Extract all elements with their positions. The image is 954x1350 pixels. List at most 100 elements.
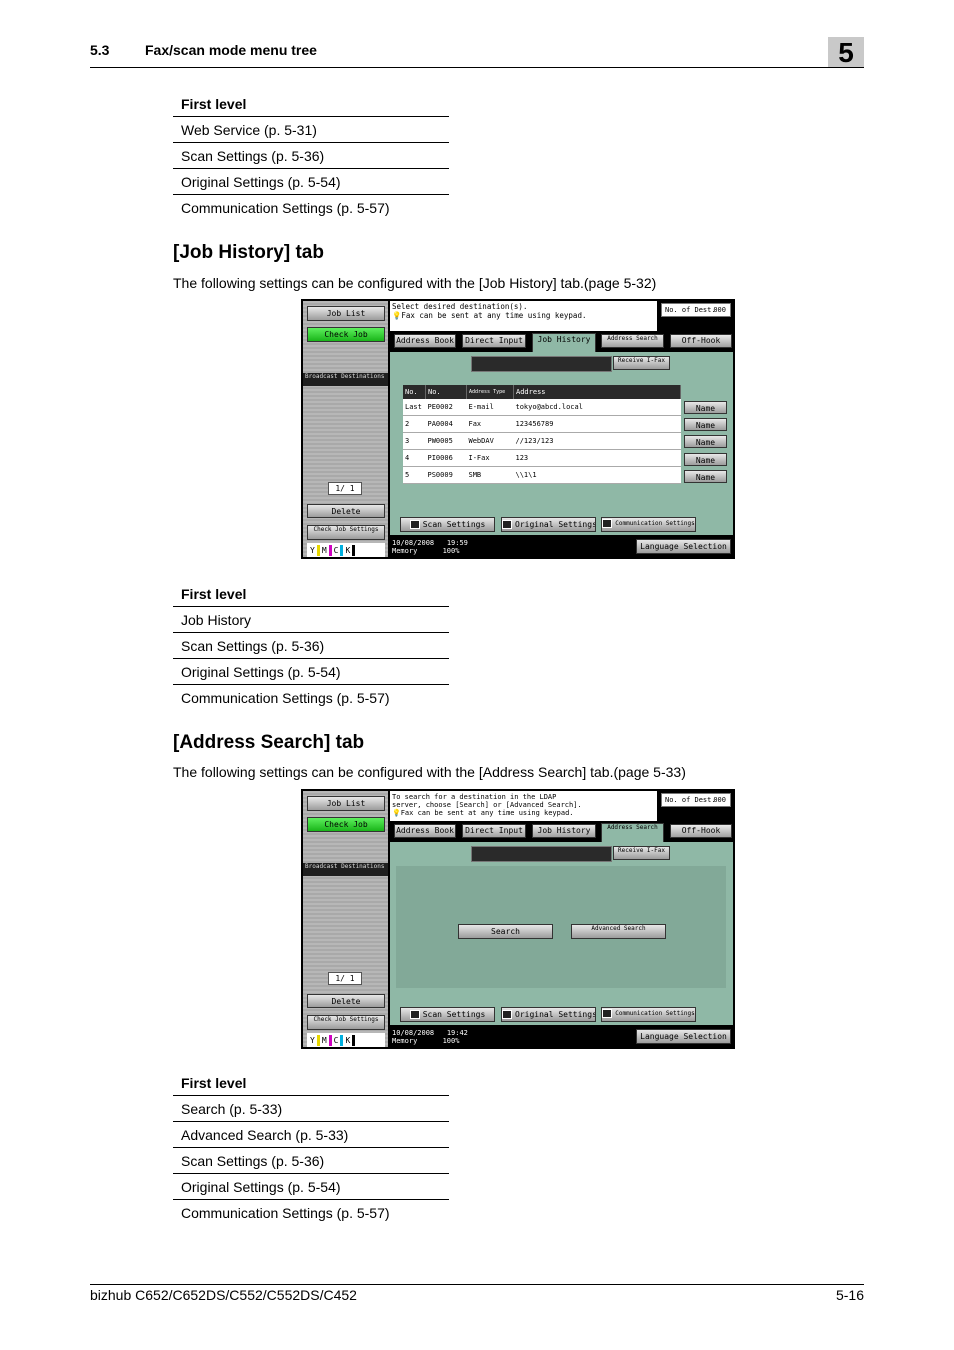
communication-settings-button[interactable]: Communication Settings <box>601 1007 696 1022</box>
first-level-table-1: First level Web Service (p. 5-31) Scan S… <box>173 92 449 220</box>
tab-off-hook[interactable]: Off-Hook <box>670 334 732 348</box>
communication-icon <box>602 1009 613 1018</box>
original-settings-button[interactable]: Original Settings <box>501 1007 596 1022</box>
memory-label: Memory <box>392 547 418 555</box>
left-sidebar: Job List Check Job Broadcast Destination… <box>303 301 388 557</box>
destination-field[interactable] <box>471 356 612 372</box>
date: 10/08/2008 <box>392 1029 435 1037</box>
name-button[interactable]: Name <box>684 470 727 483</box>
name-button[interactable]: Name <box>684 418 727 431</box>
message-line: server, choose [Search] or [Advanced Sea… <box>392 801 582 809</box>
broadcast-destinations-label: Broadcast Destinations <box>303 863 388 876</box>
table-row[interactable]: 5 PS0009 SMB \\1\1 <box>403 466 681 484</box>
tab-row: Address Book Direct Input Job History Ad… <box>390 332 733 353</box>
destination-field[interactable] <box>471 846 612 862</box>
cyan-toner-icon <box>340 544 344 556</box>
yellow-toner-icon <box>316 544 320 556</box>
tab-job-history[interactable]: Job History <box>532 824 596 838</box>
table-row: Search (p. 5-33) <box>173 1095 449 1122</box>
memory-value: 100% <box>442 547 460 555</box>
left-sidebar: Job List Check Job Broadcast Destination… <box>303 791 388 1047</box>
memory-label: Memory <box>392 1037 418 1045</box>
name-button[interactable]: Name <box>684 401 727 414</box>
toner-label: K <box>345 1035 351 1045</box>
address-search-heading: [Address Search] tab <box>173 732 365 753</box>
job-list-button[interactable]: Job List <box>307 306 385 321</box>
page-footer: bizhub C652/C652DS/C552/C552DS/C452 5-16 <box>90 1284 864 1303</box>
scan-settings-button[interactable]: Scan Settings <box>400 1007 495 1022</box>
check-job-settings-button[interactable]: Check Job Settings <box>307 525 385 540</box>
first-level-table-2: First level Job History Scan Settings (p… <box>173 582 449 710</box>
receive-ifax-button[interactable]: Receive I-Fax <box>613 846 670 860</box>
delete-button[interactable]: Delete <box>307 504 385 518</box>
tab-direct-input[interactable]: Direct Input <box>462 334 526 348</box>
magenta-toner-icon <box>328 544 332 556</box>
scan-icon <box>409 1010 420 1019</box>
column-header: Address Type <box>466 385 514 399</box>
table-row: Communication Settings (p. 5-57) <box>181 689 390 706</box>
table-header: First level <box>173 1071 449 1096</box>
toner-label: C <box>333 545 339 555</box>
original-settings-button[interactable]: Original Settings <box>501 517 596 532</box>
column-header: No. <box>425 385 467 399</box>
bulb-icon: 💡 <box>392 310 402 320</box>
message-line: 💡Fax can be sent at any time using keypa… <box>392 809 574 817</box>
check-job-settings-button[interactable]: Check Job Settings <box>307 1015 385 1030</box>
black-toner-icon <box>352 1034 356 1046</box>
table-row: Original Settings (p. 5-54) <box>173 658 449 685</box>
table-row[interactable]: 4 PI0006 I-Fax 123 <box>403 449 681 467</box>
tab-address-book[interactable]: Address Book <box>394 824 456 838</box>
table-row: Original Settings (p. 5-54) <box>173 168 449 195</box>
status-footer: 10/08/2008 19:42 Memory 100% Language Se… <box>390 1025 733 1047</box>
chapter-number: 5 <box>828 37 864 68</box>
table-header: First level <box>173 92 449 117</box>
no-of-dest-box: No. of Dest. 000 <box>661 303 731 317</box>
tab-address-book[interactable]: Address Book <box>394 334 456 348</box>
tab-address-search[interactable]: Address Search <box>601 823 664 843</box>
toner-label: Y <box>310 545 315 555</box>
original-icon <box>502 1010 512 1019</box>
search-button[interactable]: Search <box>458 924 553 939</box>
language-selection-button[interactable]: Language Selection <box>636 1029 731 1044</box>
first-level-table-3: First level Search (p. 5-33) Advanced Se… <box>173 1071 449 1225</box>
table-row: Scan Settings (p. 5-36) <box>173 1147 449 1174</box>
table-row: Advanced Search (p. 5-33) <box>173 1121 449 1148</box>
toner-indicator: Y M C K <box>307 1033 385 1047</box>
tab-off-hook[interactable]: Off-Hook <box>670 824 732 838</box>
tab-address-search[interactable]: Address Search <box>601 334 664 348</box>
toner-label: Y <box>310 1035 315 1045</box>
date: 10/08/2008 <box>392 539 435 547</box>
message-area: To search for a destination in the LDAP … <box>390 791 657 821</box>
table-row[interactable]: 3 PW0005 WebDAV//123/123 <box>403 432 681 450</box>
no-of-dest-box: No. of Dest. 000 <box>661 793 731 807</box>
model-name: bizhub C652/C652DS/C552/C552DS/C452 <box>90 1287 357 1303</box>
memory-value: 100% <box>442 1037 460 1045</box>
toner-indicator: Y M C K <box>307 543 385 557</box>
date-time: 10/08/2008 19:42 Memory 100% <box>392 1029 468 1045</box>
toner-label: M <box>321 1035 327 1045</box>
language-selection-button[interactable]: Language Selection <box>636 539 731 554</box>
bottom-button-bar: Scan Settings Original Settings Communic… <box>390 510 733 535</box>
table-row: Job History <box>173 606 449 633</box>
table-row[interactable]: Last PE0002 E-mail tokyo@abcd.local <box>403 399 681 416</box>
delete-button[interactable]: Delete <box>307 994 385 1008</box>
status-footer: 10/08/2008 19:59 Memory 100% Language Se… <box>390 535 733 557</box>
advanced-search-button[interactable]: Advanced Search <box>571 924 666 939</box>
name-button[interactable]: Name <box>684 435 727 448</box>
table-row: Scan Settings (p. 5-36) <box>173 632 449 659</box>
message-line: To search for a destination in the LDAP <box>392 793 557 801</box>
black-toner-icon <box>352 544 356 556</box>
check-job-button[interactable]: Check Job <box>307 327 385 342</box>
date-time: 10/08/2008 19:59 Memory 100% <box>392 539 468 555</box>
receive-ifax-button[interactable]: Receive I-Fax <box>613 356 670 370</box>
section-number: 5.3 <box>90 42 110 58</box>
tab-job-history[interactable]: Job History <box>532 333 596 353</box>
table-row[interactable]: 2 PA0004 Fax 123456789 <box>403 415 681 433</box>
tab-direct-input[interactable]: Direct Input <box>462 824 526 838</box>
scan-settings-button[interactable]: Scan Settings <box>400 517 495 532</box>
job-list-button[interactable]: Job List <box>307 796 385 811</box>
main-area: Receive I-Fax No. No. Address Type Addre… <box>390 352 733 535</box>
check-job-button[interactable]: Check Job <box>307 817 385 832</box>
communication-settings-button[interactable]: Communication Settings <box>601 517 696 532</box>
name-button[interactable]: Name <box>684 453 727 466</box>
